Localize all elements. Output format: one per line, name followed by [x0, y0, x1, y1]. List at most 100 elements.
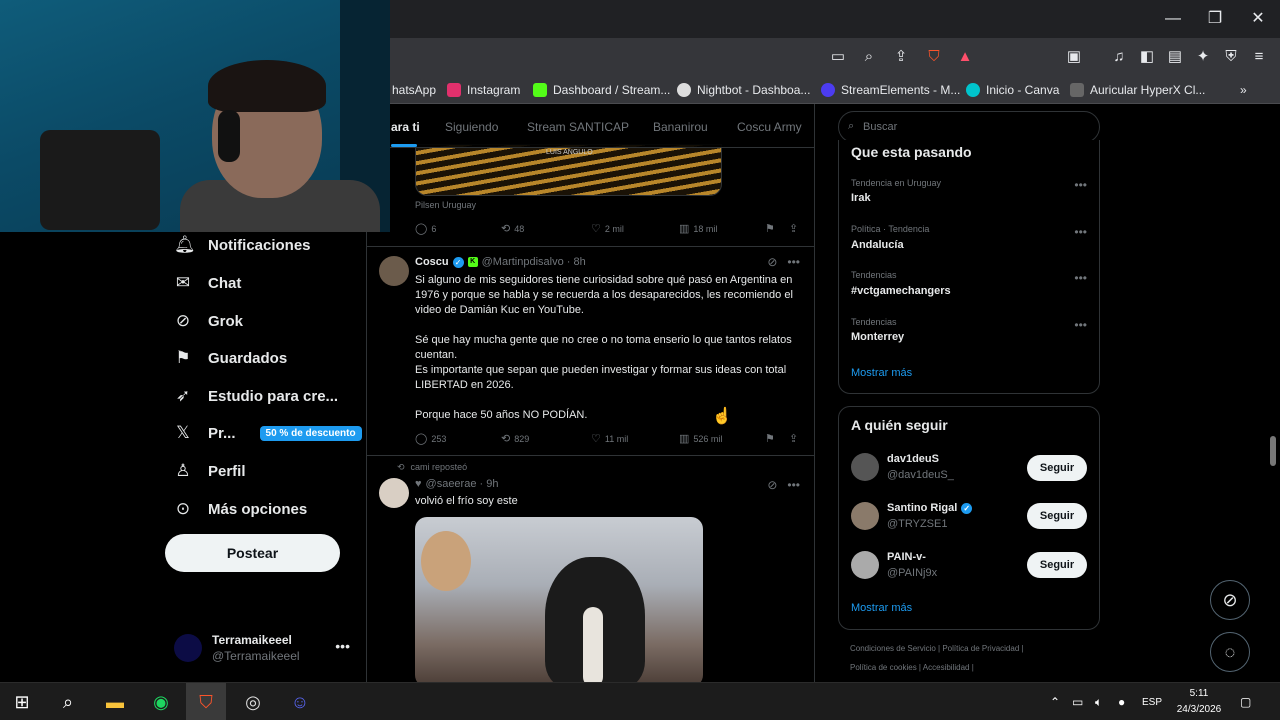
footer-links[interactable]: Política de cookies | Accesibilidad |	[850, 663, 974, 672]
menu-icon[interactable]: ≡	[1249, 47, 1269, 67]
wallet-icon[interactable]: ▤	[1165, 47, 1185, 67]
share-post-button[interactable]: ⇪	[789, 432, 798, 445]
nav-more-options[interactable]: ⊙ Más opciones	[174, 496, 307, 522]
screen-cast-icon[interactable]: ▭	[828, 47, 848, 67]
bookmark-streamelements[interactable]: StreamElements - M...	[821, 81, 960, 99]
zoom-icon[interactable]: ⌕	[859, 47, 879, 67]
brave-browser-icon[interactable]: ⛉	[194, 690, 218, 714]
more-dots-icon[interactable]: •••	[787, 478, 800, 492]
windows-start-icon[interactable]: ⊞	[10, 690, 34, 714]
vpn-icon[interactable]: ⛨	[1221, 47, 1241, 67]
author-handle[interactable]: @saeerae · 9h	[426, 478, 499, 490]
grok-icon[interactable]: ⊘	[767, 478, 777, 492]
avatar[interactable]	[379, 256, 409, 286]
nav-grok[interactable]: ⊘ Grok	[174, 308, 243, 334]
search-input[interactable]: Buscar	[838, 111, 1100, 143]
tab-following[interactable]: Siguiendo	[445, 120, 498, 134]
obs-icon[interactable]: ◎	[241, 690, 265, 714]
nav-chat[interactable]: ✉ Chat	[174, 270, 241, 296]
minimize-icon[interactable]: —	[1163, 9, 1183, 29]
views-button[interactable]: ▥ 18 mil	[679, 222, 717, 235]
reader-mode-icon[interactable]: ▣	[1064, 47, 1084, 67]
grok-icon[interactable]: ⊘	[767, 255, 777, 269]
footer-links[interactable]: Condiciones de Servicio | Política de Pr…	[850, 644, 1024, 653]
tab-stream-santicap[interactable]: Stream SANTICAP	[527, 120, 629, 134]
clock[interactable]: 5:11 24/3/2026	[1176, 686, 1222, 718]
nav-creator-studio[interactable]: ➶ Estudio para cre...	[174, 383, 338, 409]
reply-button[interactable]: ◯ 6	[415, 222, 436, 235]
show-more-trends-link[interactable]: Mostrar más	[851, 367, 912, 379]
bookmark-whatsapp[interactable]: hatsApp	[392, 81, 436, 99]
repost-button[interactable]: ⟲ 829	[501, 432, 529, 445]
post-photo[interactable]	[415, 517, 703, 682]
nav-notifications[interactable]: 🔔︎ Notificaciones	[174, 232, 311, 258]
bookmark-canva[interactable]: Inicio - Canva	[966, 81, 1059, 99]
more-dots-icon[interactable]: •••	[1074, 225, 1087, 239]
media-icon[interactable]: ♫	[1109, 47, 1129, 67]
sidebar-icon[interactable]: ◧	[1137, 47, 1157, 67]
volume-icon[interactable]: 🔈︎	[1095, 695, 1102, 710]
follow-suggestion-name[interactable]: PAIN-v-	[887, 551, 926, 563]
follow-button[interactable]: Seguir	[1027, 552, 1087, 578]
leo-ai-icon[interactable]: ✦	[1193, 47, 1213, 67]
spotify-icon[interactable]: ◉	[149, 690, 173, 714]
avatar[interactable]	[851, 551, 879, 579]
more-dots-icon[interactable]: •••	[787, 255, 800, 269]
like-button[interactable]: ♡ 2 mil	[591, 222, 624, 235]
brave-shield-icon[interactable]: ⛉	[924, 47, 944, 67]
share-post-button[interactable]: ⇪	[789, 222, 798, 235]
bookmark-post-button[interactable]: ⚑	[765, 222, 775, 235]
bookmark-nightbot[interactable]: Nightbot - Dashboa...	[677, 81, 810, 99]
more-dots-icon[interactable]: •••	[1074, 178, 1087, 192]
reply-button[interactable]: ◯ 253	[415, 432, 446, 445]
messages-fab-icon[interactable]: ◌	[1210, 632, 1250, 672]
scrollbar-thumb[interactable]	[1270, 436, 1276, 466]
nav-profile[interactable]: ♙ Perfil	[174, 458, 245, 484]
more-dots-icon[interactable]: •••	[335, 638, 350, 654]
account-switcher[interactable]: Terramaikeeel @Terramaikeeel •••	[174, 632, 354, 664]
microphone-icon[interactable]: ●	[1118, 695, 1125, 709]
notifications-icon[interactable]: ▢	[1240, 695, 1251, 709]
repost-button[interactable]: ⟲ 48	[501, 222, 524, 235]
bookmarks-overflow-icon[interactable]: »	[1240, 81, 1247, 99]
post-button[interactable]: Postear	[165, 534, 340, 572]
search-icon[interactable]: ⌕	[56, 690, 80, 714]
network-icon[interactable]: ▭	[1072, 695, 1083, 709]
post-text[interactable]: Si alguno de mis seguidores tiene curios…	[415, 273, 795, 423]
nav-premium[interactable]: 𝕏 Pr... 50 % de descuento	[174, 420, 362, 446]
avatar[interactable]	[379, 478, 409, 508]
discord-icon[interactable]: ☺	[288, 690, 312, 714]
tab-bananirou[interactable]: Bananirou	[653, 120, 708, 134]
close-icon[interactable]: ✕	[1248, 9, 1268, 29]
grok-fab-icon[interactable]: ⊘	[1210, 580, 1250, 620]
language-indicator[interactable]: ESP	[1142, 697, 1162, 708]
tab-coscu-army[interactable]: Coscu Army	[737, 120, 802, 134]
follow-suggestion-name[interactable]: Santino Rigal ✓	[887, 502, 973, 514]
avatar[interactable]	[851, 453, 879, 481]
share-icon[interactable]: ⇪	[891, 47, 911, 67]
bookmark-post-button[interactable]: ⚑	[765, 432, 775, 445]
follow-suggestion-name[interactable]: dav1deuS	[887, 453, 939, 465]
avatar[interactable]	[851, 502, 879, 530]
repost-context[interactable]: ⟲ cami reposteó	[397, 462, 467, 473]
bookmark-hyperx[interactable]: Auricular HyperX Cl...	[1070, 81, 1205, 99]
post-image[interactable]: LUIS ANGULO	[415, 144, 722, 196]
like-button[interactable]: ♡ 11 mil	[591, 432, 628, 445]
more-dots-icon[interactable]: •••	[1074, 318, 1087, 332]
tray-overflow-icon[interactable]: ⌃	[1050, 695, 1060, 709]
views-button[interactable]: ▥ 526 mil	[679, 432, 722, 445]
tab-for-you[interactable]: ara ti	[391, 120, 420, 134]
file-explorer-icon[interactable]: ▬	[103, 690, 127, 714]
show-more-follow-link[interactable]: Mostrar más	[851, 602, 912, 614]
follow-button[interactable]: Seguir	[1027, 503, 1087, 529]
follow-button[interactable]: Seguir	[1027, 455, 1087, 481]
author-handle[interactable]: @Martinpdisalvo · 8h	[482, 256, 586, 268]
bookmark-dashboard[interactable]: Dashboard / Stream...	[533, 81, 670, 99]
nav-bookmarks[interactable]: ⚑ Guardados	[174, 345, 287, 371]
brave-rewards-icon[interactable]: ▲	[955, 47, 975, 67]
author-name[interactable]: Coscu	[415, 256, 449, 268]
maximize-icon[interactable]: ❐	[1205, 9, 1225, 29]
ad-source-label[interactable]: Pilsen Uruguay	[415, 200, 476, 210]
post-text[interactable]: volvió el frío soy este	[415, 494, 795, 509]
bookmark-instagram[interactable]: Instagram	[447, 81, 520, 99]
